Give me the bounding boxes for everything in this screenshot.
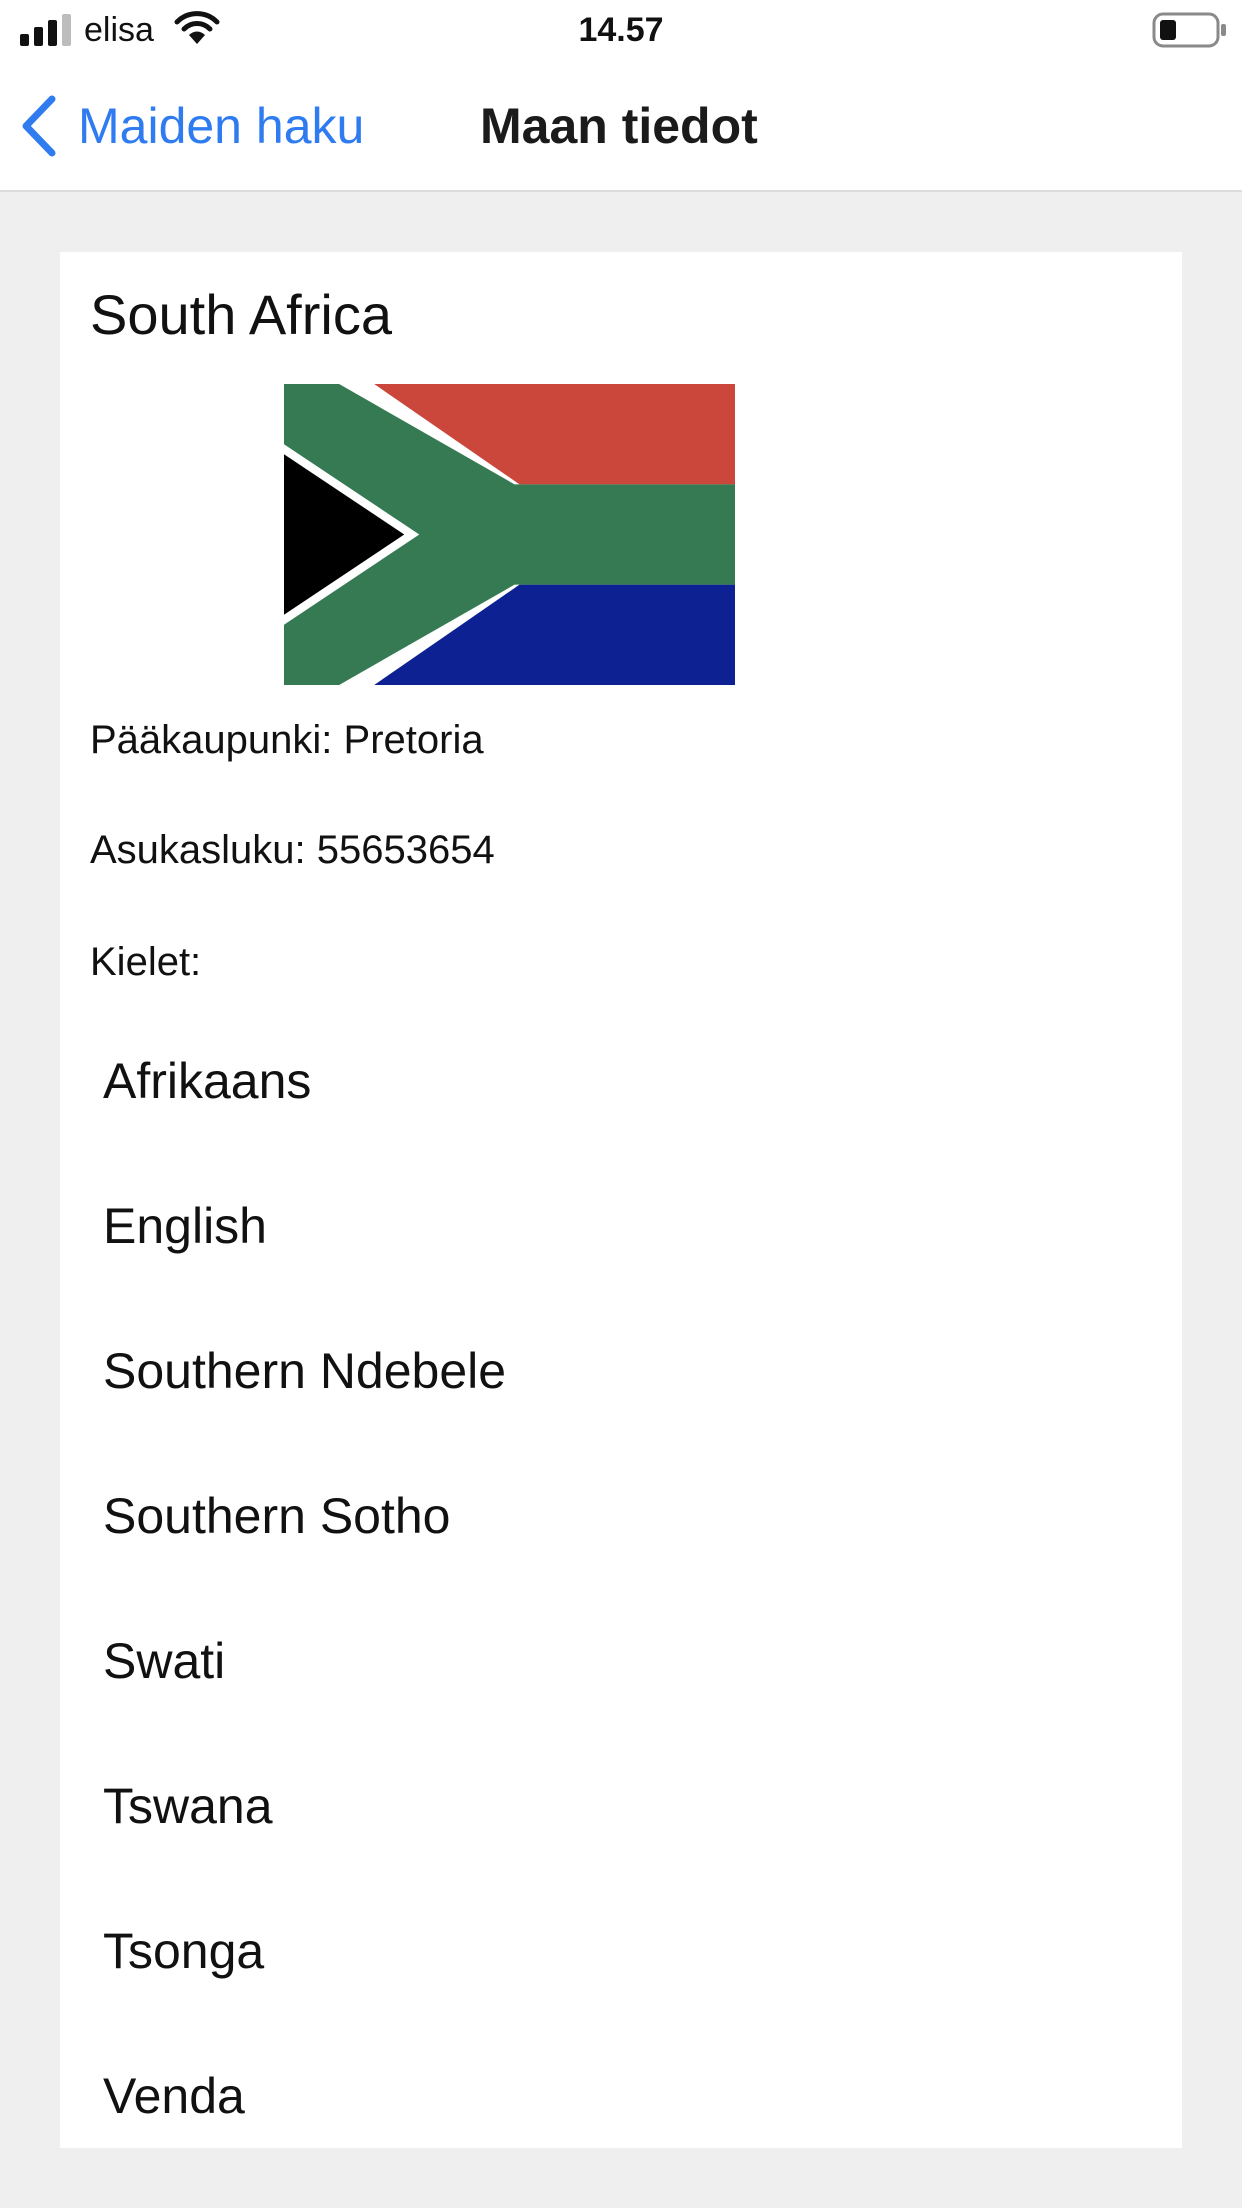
country-card: South Africa Pääkaupunki: Pretoria Asuka… xyxy=(60,252,1182,2148)
back-button-label: Maiden haku xyxy=(78,98,365,154)
population-text: Asukasluku: 55653654 xyxy=(90,828,495,872)
status-time: 14.57 xyxy=(578,11,664,49)
language-item: Tsonga xyxy=(103,1922,265,1979)
status-bar: elisa 14.57 xyxy=(0,0,1242,62)
navigation-bar: Maiden haku Maan tiedot xyxy=(0,62,1242,192)
language-item: Venda xyxy=(103,2067,245,2124)
language-item: Swati xyxy=(103,1632,226,1689)
language-item: English xyxy=(103,1197,267,1254)
country-name: South Africa xyxy=(90,283,392,346)
battery-icon xyxy=(1152,12,1226,48)
south-africa-flag-icon xyxy=(284,384,735,685)
page-title: Maan tiedot xyxy=(480,98,758,154)
capital-text: Pääkaupunki: Pretoria xyxy=(90,718,484,762)
chevron-left-icon xyxy=(22,95,56,157)
languages-label: Kielet: xyxy=(90,940,202,984)
languages-list: Afrikaans English Southern Ndebele South… xyxy=(60,1008,1182,2148)
language-item: Southern Ndebele xyxy=(103,1342,507,1399)
language-item: Southern Sotho xyxy=(103,1487,451,1544)
back-button[interactable]: Maiden haku xyxy=(18,90,364,162)
language-item: Tswana xyxy=(103,1777,273,1834)
language-item: Afrikaans xyxy=(103,1052,312,1109)
